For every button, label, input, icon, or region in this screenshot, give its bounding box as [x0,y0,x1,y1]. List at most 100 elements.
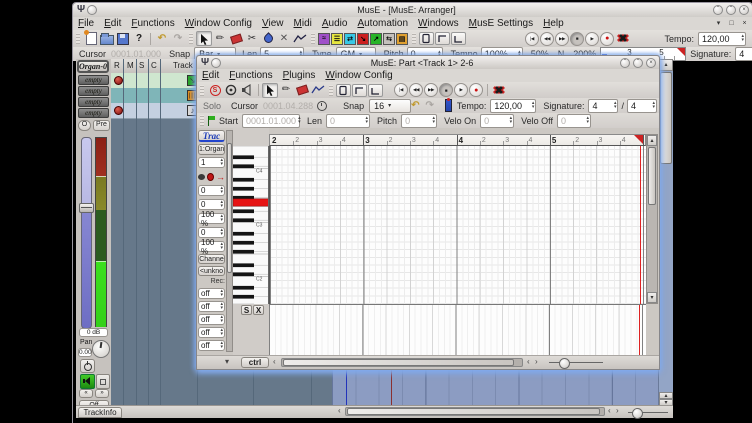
zoom-slider-knob[interactable] [559,358,570,369]
gain-value[interactable]: 0 dB [79,328,108,337]
goto-start-button[interactable]: |◀ [394,83,408,97]
toolbar-drag-handle[interactable] [200,115,204,126]
add-output-track-icon[interactable]: ↘ [357,33,369,45]
spin-arrows-icon[interactable]: ▴▾ [220,159,223,166]
volume-fader-track[interactable] [81,137,92,329]
loop-button[interactable] [435,32,450,45]
open-file-button[interactable] [99,31,115,46]
snap-combobox[interactable]: 16 ▾ [369,99,411,113]
pianoroll-titlebar[interactable]: Ψ MusE: Part <Track 1> 2-6 ˇ ˆ × [197,56,659,69]
panic-button[interactable]: ✖ [491,83,507,98]
scroll-left-icon[interactable]: ‹ [338,406,341,416]
menu-item-window-config[interactable]: Window Config [180,18,257,29]
play-button[interactable]: ▶ [585,32,599,46]
signature-denominator-spinbox[interactable]: 4 ▴▾ [627,99,657,113]
close-button[interactable]: × [739,5,749,15]
menu-item-midi[interactable]: Midi [289,18,317,29]
strip-track-name[interactable]: Organ-0 [77,60,109,73]
volume-fader-handle[interactable] [79,203,94,213]
add-wave-track-icon[interactable]: ⇄ [344,33,356,45]
whats-this-button[interactable]: ? [131,31,147,46]
solo-label[interactable]: Solo [203,101,221,111]
add-midi-track-icon[interactable]: ≈ [318,33,330,45]
menu-item-file[interactable]: File [73,18,99,29]
routing-button[interactable]: O [78,120,91,131]
undo-button[interactable]: ↶ [154,31,170,46]
piano-keyboard[interactable]: C4C3C2 [233,146,269,304]
listen-button[interactable] [239,83,255,98]
rewind-button[interactable]: ◀◀ [409,83,423,97]
scroll-up-button[interactable]: ▴ [647,135,657,146]
pencil-tool-button[interactable]: ✏ [212,31,228,46]
pianoroll-hscrollbar[interactable] [281,358,523,367]
note-grid-canvas[interactable] [269,146,646,304]
scroll-thumb[interactable] [227,143,232,273]
midi-thru-button[interactable] [223,83,239,98]
effect-slot-button[interactable]: empty [78,97,109,107]
panic-button[interactable]: ✖ [615,31,631,46]
punch-out-button[interactable] [451,32,466,45]
forward-button[interactable]: ▶▶ [424,83,438,97]
pan-value[interactable]: 0.00 [78,348,92,357]
scroll-thumb[interactable] [283,359,514,366]
part-spinbox[interactable]: 0▴▾ [198,185,225,196]
window-menu-button[interactable] [211,58,221,68]
main-titlebar[interactable]: Ψ MusE - [MusE: Arranger] ˇ ˆ × [73,3,752,17]
toolbar-drag-handle[interactable] [200,85,204,96]
part-panel-scrollbar[interactable] [226,130,233,352]
effect-slot-button[interactable]: empty [78,75,109,85]
menu-item-view[interactable]: View [257,18,289,29]
spin-arrows-icon[interactable]: ▴▾ [614,102,617,109]
forward-button[interactable]: ▶▶ [555,32,569,46]
controller-spinbox[interactable]: off▴▾ [198,327,225,338]
midi-in-icon[interactable] [198,174,205,180]
song-end-marker-icon[interactable] [634,135,643,144]
ctrl-button[interactable]: ctrl [241,357,269,368]
controller-spinbox[interactable]: off▴▾ [198,288,225,299]
scroll-thumb[interactable] [648,147,656,205]
start-spinbox[interactable]: 0001.01.000 ▴▾ [242,114,300,128]
stop-button[interactable]: ■ [570,32,584,46]
column-header-r[interactable]: R [114,61,120,70]
signature-numerator-spinbox[interactable]: 4 ▴▾ [735,47,752,61]
line-tool-button[interactable] [310,83,326,98]
velocity-lane[interactable] [269,304,646,356]
eraser-tool-button[interactable] [228,31,244,46]
controller-spinbox[interactable]: off▴▾ [198,301,225,312]
menu-item-edit[interactable]: Edit [197,70,224,81]
metronome-icon[interactable] [445,99,452,112]
pan-knob[interactable] [92,340,110,358]
instrument-button[interactable]: <unkno [198,266,225,276]
trackinfo-tab[interactable]: TrackInfo [78,407,122,418]
spin-arrows-icon[interactable]: ▴▾ [741,35,744,42]
grid-vscrollbar[interactable]: ▴ ▾ [646,134,658,304]
window-menu-button[interactable] [87,5,97,15]
scroll-left-icon[interactable]: ‹ [608,406,611,416]
record-button[interactable]: ● [600,32,614,46]
redo-button[interactable]: ↷ [170,31,186,46]
automation-tool-button[interactable] [292,31,308,46]
arranger-hscrollbar[interactable] [345,407,605,416]
controller-spinbox[interactable]: off▴▾ [198,340,225,351]
redo-icon[interactable]: ↷ [426,101,434,111]
menu-item-windows[interactable]: Windows [413,18,464,29]
pre-button[interactable]: Pre [93,120,110,131]
part-spinbox[interactable]: 100 %▴▾ [198,213,225,224]
goto-start-button[interactable]: |◀ [525,32,539,46]
signature-numerator-spinbox[interactable]: 4 ▴▾ [588,99,618,113]
eraser-tool-button[interactable] [294,83,310,98]
velo-off-spinbox[interactable]: 0 ▴▾ [557,114,591,128]
record-button[interactable]: ● [469,83,483,97]
glue-tool-button[interactable] [260,31,276,46]
column-header-track[interactable]: Track [173,61,193,70]
toolbar-drag-handle[interactable] [329,85,333,96]
add-input-track-icon[interactable]: ↗ [370,33,382,45]
scroll-right-icon[interactable]: › [616,406,619,416]
new-file-button[interactable] [83,31,99,46]
part-spinbox[interactable]: 0▴▾ [198,227,225,238]
pitch-spinbox[interactable]: 0 ▴▾ [401,114,437,128]
toolbar-drag-handle[interactable] [311,33,315,44]
stop-button[interactable]: ■ [439,83,453,97]
pencil-tool-button[interactable]: ✏ [278,83,294,98]
velo-on-spinbox[interactable]: 0 ▴▾ [480,114,514,128]
